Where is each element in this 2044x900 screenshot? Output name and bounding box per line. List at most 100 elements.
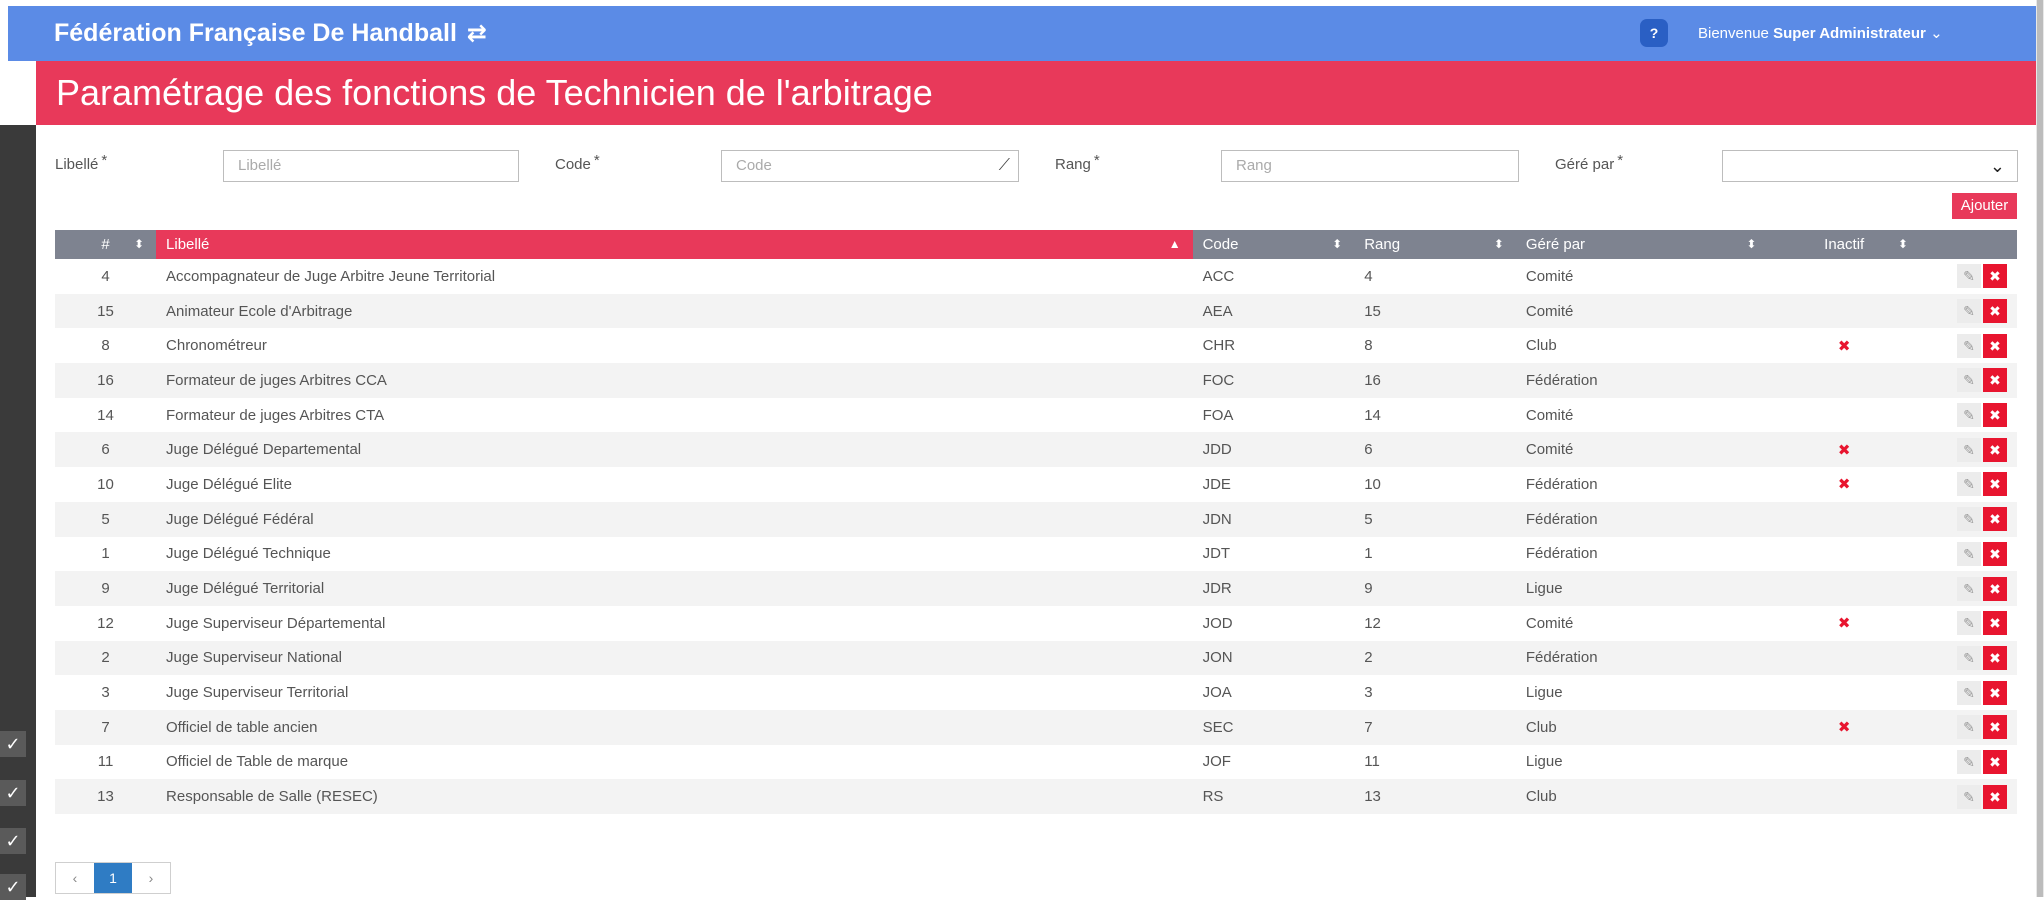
gere-par-select[interactable]: ⌄ [1722, 150, 2018, 182]
delete-x-icon[interactable]: ✖ [1983, 680, 2007, 705]
user-menu[interactable]: Bienvenue Super Administrateur ⌄ [1698, 6, 1943, 61]
column-header-code[interactable]: Code ⬍ [1192, 230, 1355, 259]
delete-x-icon[interactable]: ✖ [1983, 715, 2007, 740]
code-input[interactable]: Code ⟋ [721, 150, 1019, 182]
add-button[interactable]: Ajouter [1952, 193, 2017, 219]
column-header-gere-par[interactable]: Géré par ⬍ [1515, 230, 1769, 259]
pin-icon[interactable]: ⟋ [999, 151, 1010, 181]
brand-title[interactable]: Fédération Française De Handball [54, 19, 457, 47]
chevron-down-icon[interactable]: ⌄ [1930, 25, 1943, 42]
table-row: 3 Juge Superviseur Territorial JOA 3 Ligue ✎ ✖ [55, 675, 2017, 710]
help-icon[interactable]: ? [1640, 19, 1668, 47]
delete-x-icon[interactable]: ✖ [1983, 576, 2007, 601]
table-row: 6 Juge Délégué Departemental JDD 6 Comité ✖ ✎ ✖ [55, 432, 2017, 468]
edit-pencil-icon[interactable]: ✎ [1957, 611, 1981, 636]
cell-code: JON [1192, 640, 1355, 676]
sort-icon[interactable]: ⬍ [1898, 230, 1908, 259]
delete-x-icon[interactable]: ✖ [1983, 541, 2007, 566]
delete-x-icon[interactable]: ✖ [1983, 299, 2007, 324]
edit-pencil-icon[interactable]: ✎ [1957, 507, 1981, 532]
cell-id: 12 [55, 605, 157, 641]
cell-libelle: Formateur de juges Arbitres CTA [156, 397, 1193, 433]
sort-icon[interactable]: ⬍ [1332, 230, 1342, 259]
edit-pencil-icon[interactable]: ✎ [1957, 645, 1981, 670]
column-header-inactif[interactable]: Inactif ⬍ [1768, 230, 1920, 259]
check-icon[interactable]: ✓ [0, 874, 26, 900]
table-row: 5 Juge Délégué Fédéral JDN 5 Fédération ✎ ✖ [55, 501, 2017, 537]
delete-x-icon[interactable]: ✖ [1983, 403, 2007, 428]
cell-gere-par: Club [1515, 709, 1769, 745]
edit-pencil-icon[interactable]: ✎ [1957, 680, 1981, 705]
edit-pencil-icon[interactable]: ✎ [1957, 541, 1981, 566]
edit-pencil-icon[interactable]: ✎ [1957, 749, 1981, 774]
edit-pencil-icon[interactable]: ✎ [1957, 437, 1981, 462]
edit-pencil-icon[interactable]: ✎ [1957, 403, 1981, 428]
cell-id: 9 [55, 571, 157, 606]
edit-pencil-icon[interactable]: ✎ [1957, 472, 1981, 497]
scrollbar-thumb[interactable] [2037, 0, 2043, 897]
cell-rang: 1 [1354, 536, 1516, 572]
code-label: Code * [555, 152, 600, 173]
delete-x-icon[interactable]: ✖ [1983, 749, 2007, 774]
delete-x-icon[interactable]: ✖ [1983, 507, 2007, 532]
edit-pencil-icon[interactable]: ✎ [1957, 333, 1981, 358]
check-icon[interactable]: ✓ [0, 828, 26, 854]
prev-page-button[interactable]: ‹ [56, 863, 94, 893]
sort-asc-icon[interactable]: ▲ [1169, 230, 1181, 259]
rang-input[interactable]: Rang [1221, 150, 1519, 182]
user-name[interactable]: Super Administrateur [1773, 25, 1926, 42]
cell-id: 8 [55, 328, 157, 364]
cell-id: 16 [55, 363, 157, 398]
cell-code: JDR [1192, 571, 1355, 606]
delete-x-icon[interactable]: ✖ [1983, 333, 2007, 358]
chevron-down-icon[interactable]: ⌄ [1990, 151, 2005, 181]
cell-gere-par: Club [1515, 779, 1769, 814]
cell-code: ACC [1192, 259, 1355, 294]
sort-icon[interactable]: ⬍ [134, 230, 144, 259]
delete-x-icon[interactable]: ✖ [1983, 611, 2007, 636]
cell-id: 15 [55, 293, 157, 329]
swap-icon[interactable]: ⇄ [467, 20, 487, 47]
edit-pencil-icon[interactable]: ✎ [1957, 715, 1981, 740]
cell-actions: ✎ ✖ [1919, 675, 2017, 710]
page-1-button[interactable]: 1 [94, 863, 132, 893]
cell-gere-par: Fédération [1515, 467, 1769, 502]
pagination: ‹ 1 › [55, 862, 171, 894]
delete-x-icon[interactable]: ✖ [1983, 784, 2007, 809]
sort-icon[interactable]: ⬍ [1494, 230, 1504, 259]
cell-code: JDN [1192, 501, 1355, 537]
column-header-libelle[interactable]: Libellé ▲ [156, 230, 1193, 259]
delete-x-icon[interactable]: ✖ [1983, 472, 2007, 497]
delete-x-icon[interactable]: ✖ [1983, 368, 2007, 393]
cell-code: JOA [1192, 675, 1355, 710]
delete-x-icon[interactable]: ✖ [1983, 645, 2007, 670]
vertical-scrollbar[interactable] [2036, 0, 2044, 897]
cell-rang: 7 [1354, 709, 1516, 745]
cell-code: RS [1192, 779, 1355, 814]
cell-inactif: ✖ [1768, 605, 1920, 641]
cell-actions: ✎ ✖ [1919, 640, 2017, 676]
left-sidebar: ✓ ✓ ✓ ✓ [0, 0, 36, 900]
edit-pencil-icon[interactable]: ✎ [1957, 576, 1981, 601]
cell-rang: 14 [1354, 397, 1516, 433]
edit-pencil-icon[interactable]: ✎ [1957, 264, 1981, 289]
sort-icon[interactable]: ⬍ [1746, 230, 1756, 259]
edit-pencil-icon[interactable]: ✎ [1957, 299, 1981, 324]
edit-pencil-icon[interactable]: ✎ [1957, 368, 1981, 393]
delete-x-icon[interactable]: ✖ [1983, 264, 2007, 289]
cell-actions: ✎ ✖ [1919, 293, 2017, 329]
column-header-actions [1919, 230, 2017, 259]
table-row: 8 Chronométreur CHR 8 Club ✖ ✎ ✖ [55, 328, 2017, 364]
edit-pencil-icon[interactable]: ✎ [1957, 784, 1981, 809]
brand[interactable]: Fédération Française De Handball ⇄ [54, 6, 487, 61]
inactive-x-icon: ✖ [1837, 337, 1851, 355]
check-icon[interactable]: ✓ [0, 731, 26, 757]
libelle-input[interactable]: Libellé [223, 150, 519, 182]
delete-x-icon[interactable]: ✖ [1983, 437, 2007, 462]
cell-rang: 15 [1354, 293, 1516, 329]
column-header-rang[interactable]: Rang ⬍ [1354, 230, 1516, 259]
check-icon[interactable]: ✓ [0, 780, 26, 806]
next-page-button[interactable]: › [132, 863, 170, 893]
column-header-id[interactable]: # ⬍ [55, 230, 157, 259]
cell-libelle: Juge Délégué Fédéral [156, 501, 1193, 537]
